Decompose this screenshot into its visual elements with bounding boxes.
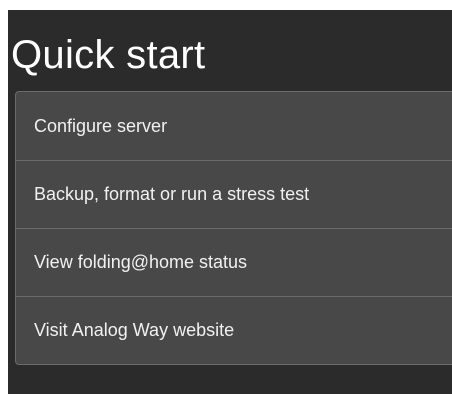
quick-start-list: Configure server Backup, format or run a… xyxy=(15,91,452,365)
list-item-label: Configure server xyxy=(34,115,168,136)
quick-start-title: Quick start xyxy=(11,33,206,77)
analog-way-website-link[interactable]: Visit Analog Way website xyxy=(16,296,452,364)
backup-format-stress-test-link[interactable]: Backup, format or run a stress test xyxy=(16,160,452,228)
list-item-label: View folding@home status xyxy=(34,252,248,272)
quick-start-panel: Quick start Configure server Backup, for… xyxy=(8,10,452,394)
list-item-label: Backup, format or run a stress test xyxy=(34,184,310,204)
configure-server-link[interactable]: Configure server xyxy=(16,92,452,160)
list-item-label: Visit Analog Way website xyxy=(34,320,235,340)
folding-at-home-status-link[interactable]: View folding@home status xyxy=(16,228,452,296)
